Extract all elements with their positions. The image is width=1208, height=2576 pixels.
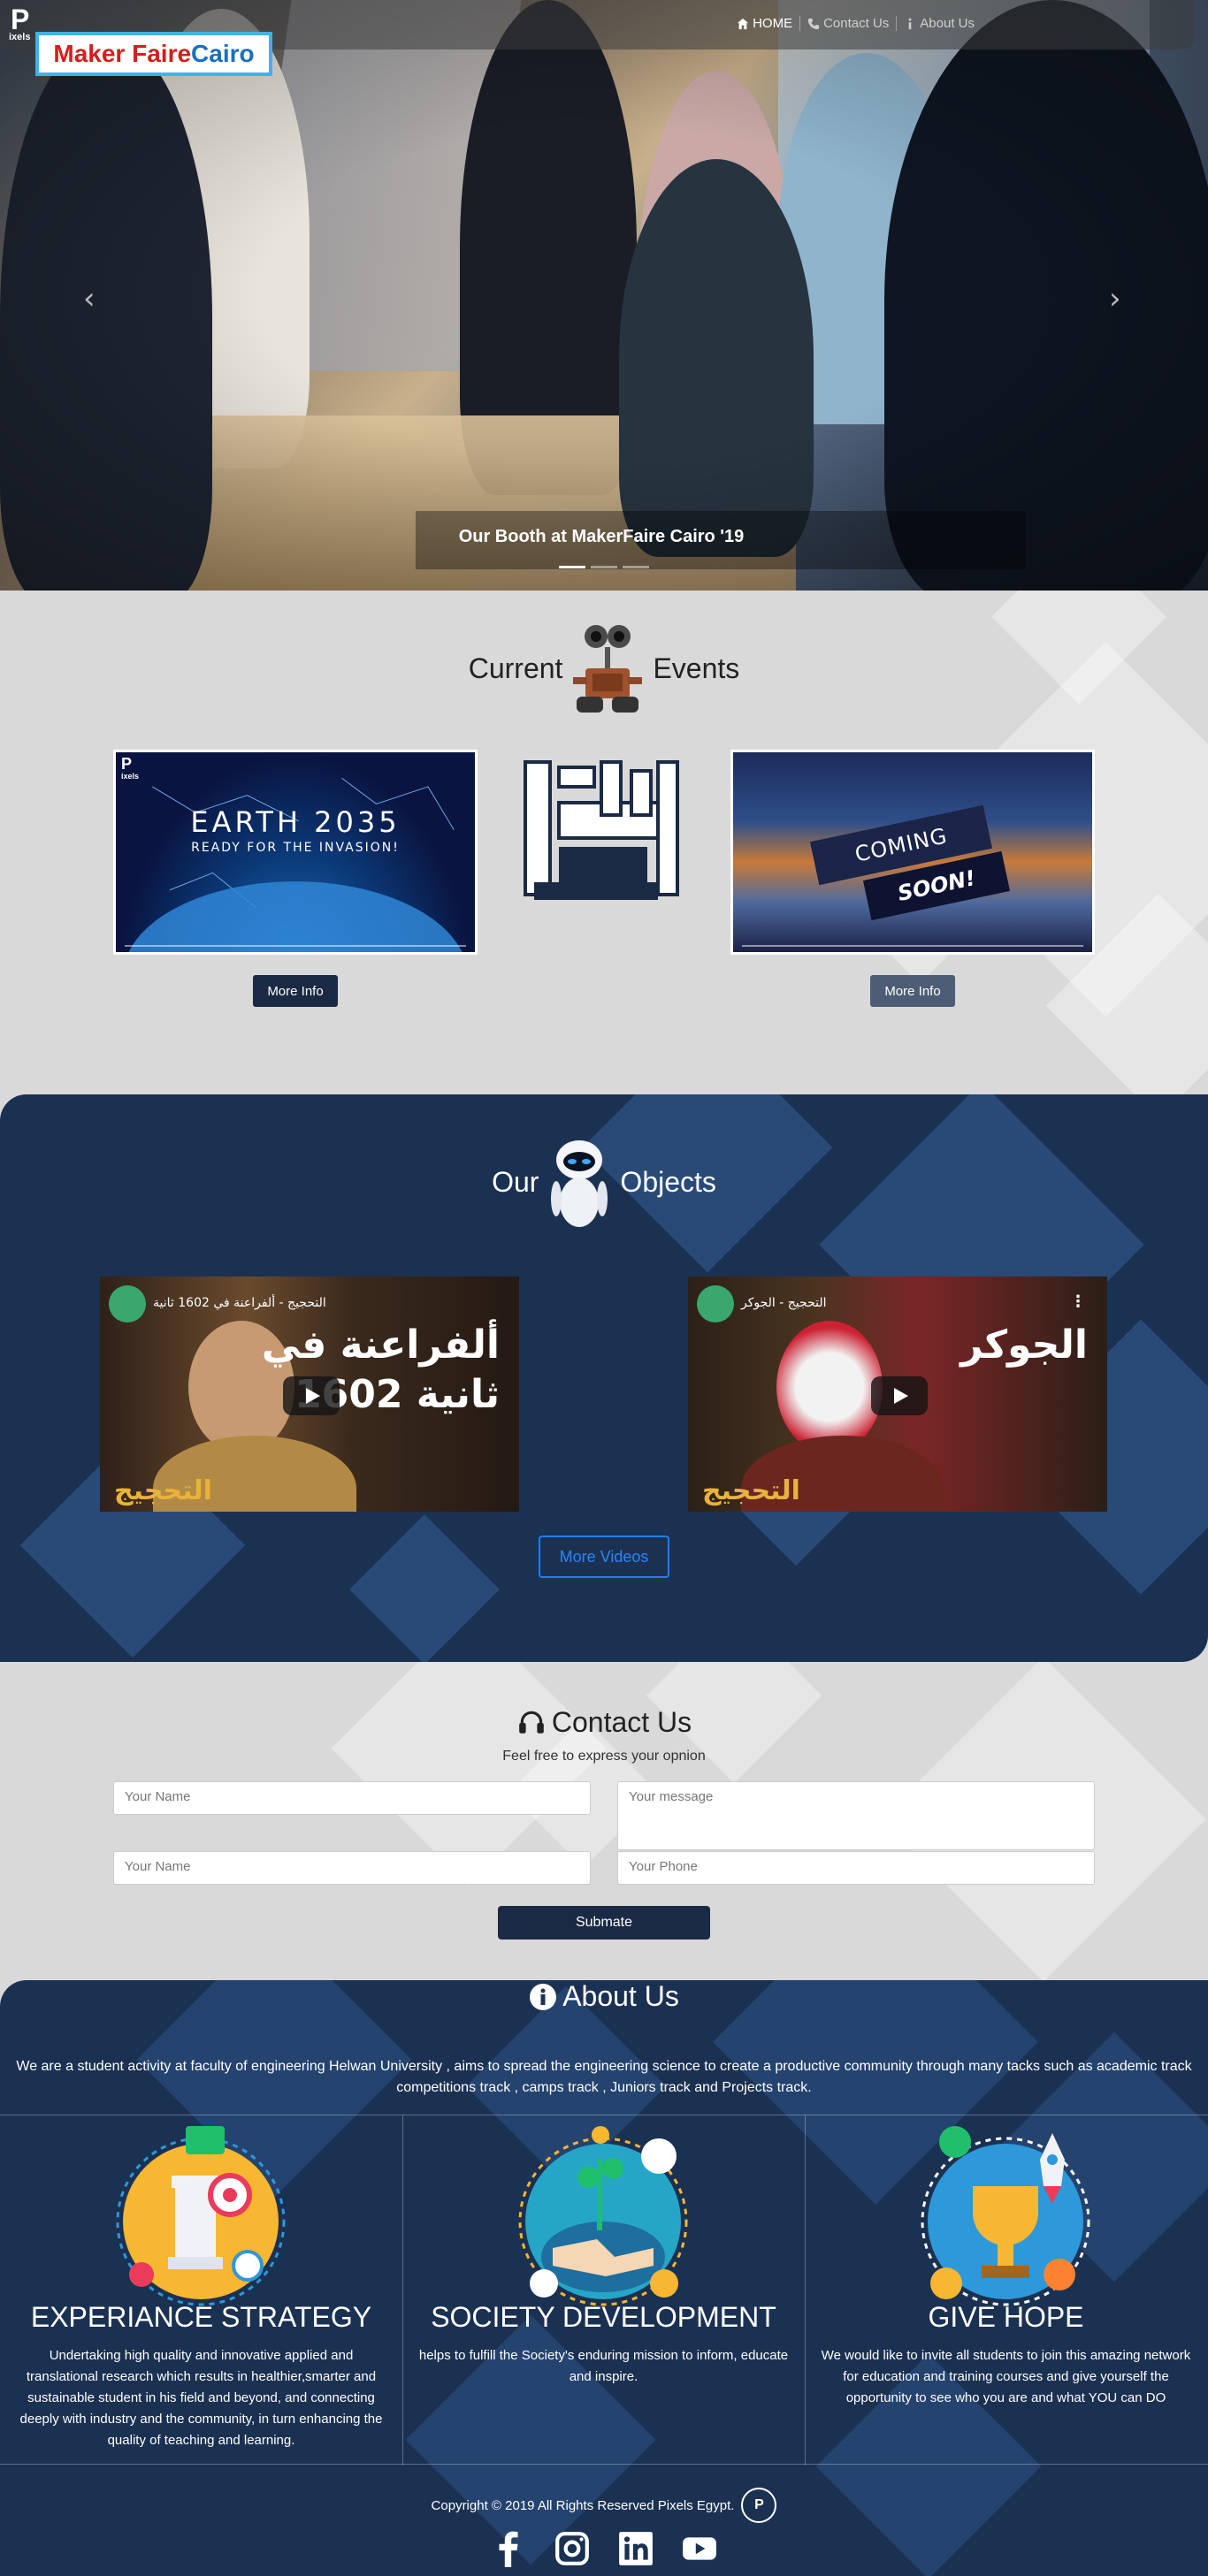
trophy-hope-illustration bbox=[921, 2126, 1090, 2306]
column-title: SOCIETY DEVELOPMENT bbox=[431, 2301, 776, 2333]
footer-logo[interactable]: P bbox=[741, 2488, 777, 2523]
submit-button[interactable]: Submate bbox=[498, 1906, 710, 1940]
event-card-coming-soon[interactable]: COMING SOON! bbox=[730, 750, 1095, 955]
video-title[interactable]: التحجيج - ألفراعنة في 1602 ثانية bbox=[153, 1296, 326, 1310]
events-title-left: Current bbox=[468, 652, 563, 684]
channel-avatar[interactable] bbox=[109, 1285, 146, 1322]
column-strategy: EXPERIANCE STRATEGY Undertaking high qua… bbox=[0, 2115, 402, 2465]
event-card-earth-2035[interactable]: P ixels EARTH 2035 READY FOR THE INVASIO… bbox=[113, 750, 478, 955]
carousel-next-icon[interactable]: › bbox=[1109, 281, 1121, 316]
video-overlay-line1: ألفراعنة في bbox=[261, 1322, 500, 1368]
objects-title-right: Objects bbox=[620, 1165, 716, 1198]
objects-title-left: Our bbox=[492, 1165, 539, 1198]
headset-icon bbox=[519, 1711, 544, 1734]
name-field-2[interactable]: Your Name bbox=[113, 1851, 591, 1885]
video-brand: التحجيج bbox=[114, 1475, 212, 1506]
column-text: helps to fulfill the Society's enduring … bbox=[418, 2348, 789, 2384]
events-title-right: Events bbox=[653, 652, 740, 684]
hero-photo bbox=[0, 0, 1208, 591]
more-vert-icon[interactable]: ⋮ bbox=[1070, 1292, 1086, 1311]
social-links bbox=[0, 2530, 1208, 2567]
about-columns: EXPERIANCE STRATEGY Undertaking high qua… bbox=[0, 2115, 1208, 2465]
carousel-prev-icon[interactable]: ‹ bbox=[83, 281, 96, 316]
column-text: We would like to invite all students to … bbox=[821, 2348, 1191, 2405]
facebook-icon[interactable] bbox=[490, 2530, 527, 2567]
column-hope: GIVE HOPE We would like to invite all st… bbox=[805, 2115, 1207, 2465]
linkedin-icon[interactable] bbox=[617, 2530, 654, 2567]
nav-about-label: About Us bbox=[920, 16, 975, 31]
copyright-text: Copyright © 2019 All Rights Reserved Pix… bbox=[431, 2497, 735, 2513]
video-overlay-text: الجوكر bbox=[960, 1321, 1088, 1370]
chess-strategy-illustration bbox=[116, 2126, 286, 2306]
nav-contact[interactable]: Contact Us bbox=[799, 16, 896, 31]
more-videos-button[interactable]: More Videos bbox=[539, 1536, 669, 1578]
play-button-icon[interactable] bbox=[871, 1376, 928, 1415]
contact-subtitle: Feel free to express your opnion bbox=[502, 1749, 706, 1764]
more-info-button-earth[interactable]: More Info bbox=[253, 975, 338, 1007]
current-events-title: Current Events bbox=[0, 615, 1208, 721]
badge-part2: Cairo bbox=[191, 40, 255, 67]
contact-title-text: Contact Us bbox=[551, 1706, 692, 1738]
hero-carousel bbox=[0, 0, 1208, 591]
maker-faire-badge: Maker Faire Cairo bbox=[35, 32, 272, 76]
about-title-text: About Us bbox=[562, 1980, 679, 2012]
phone-icon bbox=[807, 18, 820, 29]
column-title: EXPERIANCE STRATEGY bbox=[30, 2301, 372, 2333]
objects-title: Our Objects bbox=[0, 1133, 1208, 1231]
instagram-icon[interactable] bbox=[554, 2530, 591, 2567]
nav-about[interactable]: About Us bbox=[896, 16, 982, 31]
phone-field[interactable]: Your Phone bbox=[617, 1851, 1095, 1885]
video-title[interactable]: التحجيج - الجوكر bbox=[741, 1296, 826, 1310]
youtube-icon[interactable] bbox=[681, 2530, 718, 2567]
indicator-1[interactable] bbox=[559, 566, 585, 568]
about-description: We are a student activity at faculty of … bbox=[16, 2059, 1192, 2095]
badge-part1: Maker Faire bbox=[53, 40, 192, 67]
eve-robot-icon bbox=[551, 1140, 608, 1227]
info-icon bbox=[908, 18, 912, 29]
video-brand: التحجيج bbox=[702, 1475, 800, 1506]
carousel-caption: Our Booth at MakerFaire Cairo '19 bbox=[458, 527, 745, 546]
info-circle-icon bbox=[530, 1983, 557, 2010]
earth-card-subtitle: READY FOR THE INVASION! bbox=[191, 841, 400, 855]
contact-title: Contact Us bbox=[0, 1706, 1208, 1739]
carousel-indicators bbox=[559, 566, 649, 568]
column-text: Undertaking high quality and innovative … bbox=[19, 2348, 383, 2448]
handshake-society-illustration bbox=[518, 2126, 688, 2306]
nav-contact-label: Contact Us bbox=[823, 16, 890, 31]
arabic-calligraphy-logo bbox=[516, 750, 690, 912]
footer-copyright: Copyright © 2019 All Rights Reserved Pix… bbox=[0, 2488, 1208, 2523]
more-info-button-soon[interactable]: More Info bbox=[870, 975, 955, 1007]
video-overlay-line1: الجوكر bbox=[960, 1322, 1088, 1368]
indicator-3[interactable] bbox=[623, 566, 649, 568]
column-society: SOCIETY DEVELOPMENT helps to fulfill the… bbox=[402, 2115, 805, 2465]
logo-text: ixels bbox=[9, 32, 31, 42]
earth-card-title: EARTH 2035 bbox=[190, 805, 401, 839]
nav-home-label: HOME bbox=[753, 16, 793, 31]
message-field[interactable]: Your message bbox=[617, 1781, 1095, 1850]
video-embed-joker[interactable]: التحجيج - الجوكر ⋮ الجوكر التحجيج bbox=[688, 1277, 1107, 1512]
nav-links: HOME Contact Us About Us bbox=[730, 16, 982, 31]
about-title: About Us bbox=[0, 1980, 1208, 2013]
video-embed-pharaohs[interactable]: التحجيج - ألفراعنة في 1602 ثانية ألفراعن… bbox=[100, 1277, 519, 1512]
home-icon bbox=[737, 18, 749, 29]
nav-home[interactable]: HOME bbox=[730, 16, 799, 31]
play-button-icon[interactable] bbox=[283, 1376, 340, 1415]
channel-avatar[interactable] bbox=[697, 1285, 734, 1322]
column-title: GIVE HOPE bbox=[928, 2301, 1084, 2333]
walle-robot-icon bbox=[573, 625, 643, 713]
indicator-2[interactable] bbox=[591, 566, 617, 568]
name-field[interactable]: Your Name bbox=[113, 1781, 591, 1815]
